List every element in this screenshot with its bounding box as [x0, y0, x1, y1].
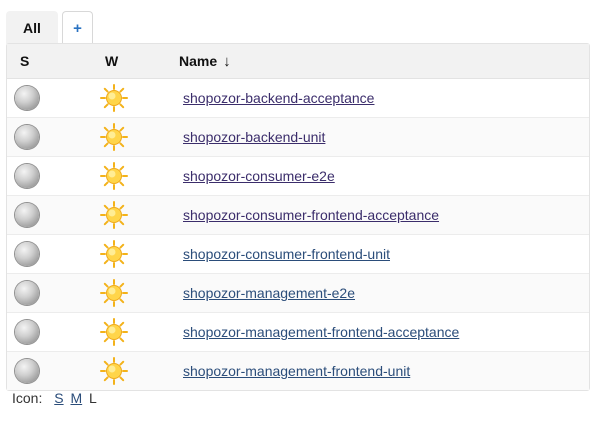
sunny-weather-icon[interactable] [99, 200, 179, 230]
name-cell: shopozor-consumer-frontend-acceptance [179, 207, 589, 223]
table-row: shopozor-management-frontend-unit [7, 352, 589, 390]
status-cell [7, 125, 89, 149]
status-ball-gray-icon[interactable] [15, 125, 39, 149]
weather-cell [89, 200, 179, 230]
job-link[interactable]: shopozor-management-frontend-acceptance [183, 324, 459, 340]
name-cell: shopozor-consumer-frontend-unit [179, 246, 589, 262]
job-table: S W Name ↓ shopozor-backend-acceptance s… [6, 43, 590, 391]
weather-cell [89, 161, 179, 191]
weather-cell [89, 356, 179, 386]
weather-cell [89, 83, 179, 113]
status-ball-gray-icon[interactable] [15, 281, 39, 305]
sort-down-icon: ↓ [223, 52, 231, 70]
status-cell [7, 242, 89, 266]
job-link[interactable]: shopozor-backend-acceptance [183, 90, 374, 106]
header-status[interactable]: S [7, 53, 89, 69]
job-link[interactable]: shopozor-consumer-frontend-acceptance [183, 207, 439, 223]
sunny-weather-icon[interactable] [99, 239, 179, 269]
status-cell [7, 164, 89, 188]
status-cell [7, 281, 89, 305]
job-link[interactable]: shopozor-management-e2e [183, 285, 355, 301]
status-cell [7, 86, 89, 110]
status-ball-gray-icon[interactable] [15, 164, 39, 188]
job-link[interactable]: shopozor-consumer-e2e [183, 168, 335, 184]
icon-size-medium-link[interactable]: M [70, 390, 82, 406]
sunny-weather-icon[interactable] [99, 278, 179, 308]
icon-size-switcher: Icon: S M L [12, 390, 97, 406]
sunny-weather-icon[interactable] [99, 122, 179, 152]
weather-cell [89, 122, 179, 152]
status-ball-gray-icon[interactable] [15, 242, 39, 266]
table-row: shopozor-backend-unit [7, 118, 589, 157]
name-cell: shopozor-management-frontend-unit [179, 363, 589, 379]
header-name-label: Name [179, 52, 218, 69]
status-cell [7, 359, 89, 383]
sunny-weather-icon[interactable] [99, 317, 179, 347]
tab-all[interactable]: All [6, 11, 58, 44]
name-cell: shopozor-management-e2e [179, 285, 589, 301]
name-cell: shopozor-backend-acceptance [179, 90, 589, 106]
table-row: shopozor-backend-acceptance [7, 79, 589, 118]
status-cell [7, 203, 89, 227]
icon-size-label: Icon: [12, 390, 43, 406]
sunny-weather-icon[interactable] [99, 356, 179, 386]
name-cell: shopozor-consumer-e2e [179, 168, 589, 184]
table-row: shopozor-consumer-e2e [7, 157, 589, 196]
name-cell: shopozor-management-frontend-acceptance [179, 324, 589, 340]
tab-add-view[interactable]: + [62, 11, 93, 44]
status-ball-gray-icon[interactable] [15, 359, 39, 383]
name-cell: shopozor-backend-unit [179, 129, 589, 145]
weather-cell [89, 317, 179, 347]
icon-size-small-link[interactable]: S [54, 390, 63, 406]
table-row: shopozor-consumer-frontend-unit [7, 235, 589, 274]
table-header: S W Name ↓ [7, 44, 589, 79]
job-link[interactable]: shopozor-management-frontend-unit [183, 363, 410, 379]
table-row: shopozor-management-frontend-acceptance [7, 313, 589, 352]
table-row: shopozor-consumer-frontend-acceptance [7, 196, 589, 235]
status-ball-gray-icon[interactable] [15, 320, 39, 344]
job-link[interactable]: shopozor-consumer-frontend-unit [183, 246, 390, 262]
status-cell [7, 320, 89, 344]
status-ball-gray-icon[interactable] [15, 86, 39, 110]
weather-cell [89, 239, 179, 269]
table-body: shopozor-backend-acceptance shopozor-bac… [7, 79, 589, 390]
table-row: shopozor-management-e2e [7, 274, 589, 313]
status-ball-gray-icon[interactable] [15, 203, 39, 227]
header-name[interactable]: Name ↓ [179, 53, 589, 70]
sunny-weather-icon[interactable] [99, 83, 179, 113]
icon-size-large-current: L [89, 390, 97, 406]
sunny-weather-icon[interactable] [99, 161, 179, 191]
view-tabs: All + [6, 10, 93, 44]
header-weather[interactable]: W [89, 53, 179, 69]
job-link[interactable]: shopozor-backend-unit [183, 129, 325, 145]
weather-cell [89, 278, 179, 308]
